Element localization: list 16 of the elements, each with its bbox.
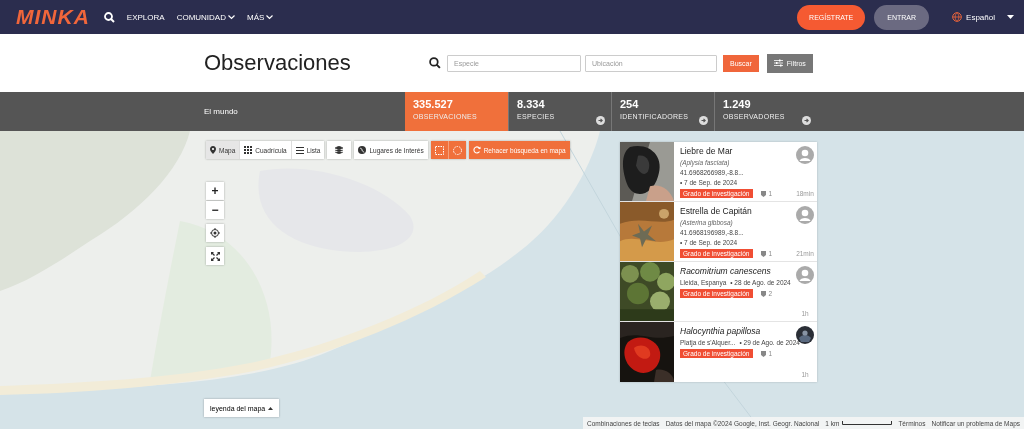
logo[interactable]: MINKA xyxy=(16,5,90,29)
caret-icon xyxy=(227,14,235,20)
sliders-icon xyxy=(773,59,783,67)
nav-link[interactable]: COMUNIDAD xyxy=(176,12,235,22)
language-selector[interactable]: Español xyxy=(966,12,995,22)
nav-link[interactable]: MÁS xyxy=(246,12,274,22)
caret-icon xyxy=(266,14,274,20)
arrow-icon xyxy=(596,116,605,125)
arrow-icon xyxy=(699,116,708,125)
caret-icon xyxy=(1007,14,1014,20)
arrow-icon xyxy=(802,116,811,125)
page-title: Observaciones xyxy=(204,50,352,76)
nav-link[interactable]: EXPLORA xyxy=(126,12,165,22)
search-icon[interactable] xyxy=(103,11,115,23)
place-label: El mundo xyxy=(204,106,239,118)
search-icon xyxy=(429,57,441,69)
